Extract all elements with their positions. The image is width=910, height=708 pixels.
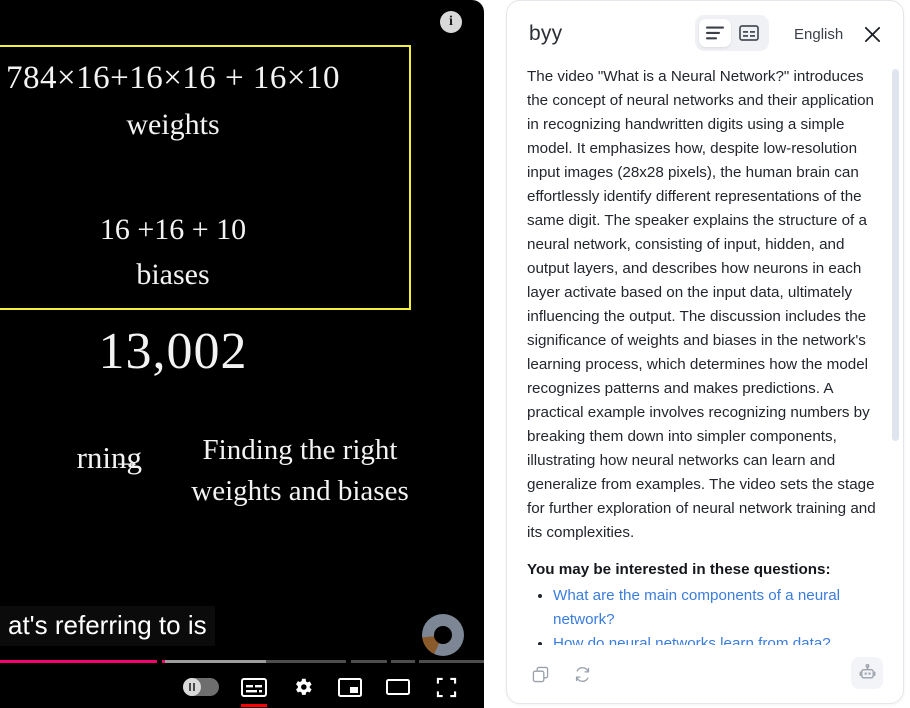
- list-item[interactable]: What are the main components of a neural…: [553, 584, 883, 631]
- theater-mode-icon: [386, 679, 410, 695]
- video-progress-bar[interactable]: [0, 660, 484, 663]
- channel-ring-graphic: [422, 614, 464, 656]
- tab-transcript-view[interactable]: [733, 19, 765, 47]
- video-slide-content: 784×16+16×16 + 16×10 weights 16 +16 + 10…: [0, 0, 484, 655]
- subtitles-button[interactable]: [235, 669, 273, 707]
- copy-icon[interactable]: [525, 659, 555, 689]
- player-button-row: [0, 669, 484, 707]
- app-root: 784×16+16×16 + 16×10 weights 16 +16 + 10…: [0, 0, 910, 708]
- slide-total-parameters: 13,002: [98, 323, 248, 380]
- close-icon[interactable]: [859, 21, 885, 47]
- slide-arrow-icon: →: [112, 443, 142, 476]
- view-mode-toggle-group: [695, 15, 769, 51]
- progress-chapter[interactable]: [391, 660, 416, 663]
- fullscreen-button[interactable]: [427, 669, 465, 705]
- text-lines-icon: [706, 26, 724, 40]
- summary-paragraph: The video "What is a Neural Network?" in…: [527, 68, 876, 542]
- slide-biases-label: biases: [136, 258, 210, 291]
- gear-icon: [296, 678, 312, 695]
- panel-footer: [507, 645, 903, 703]
- closed-captions-icon: [241, 677, 267, 697]
- suggested-questions-list: What are the main components of a neural…: [527, 584, 883, 645]
- autoplay-switch-icon: [183, 678, 219, 696]
- summary-panel: byy English The video "What is a Neural …: [506, 0, 904, 704]
- slide-finding-line1: Finding the right: [202, 434, 398, 466]
- questions-heading: You may be interested in these questions…: [527, 561, 831, 579]
- tab-summary-view[interactable]: [699, 19, 731, 47]
- list-item[interactable]: How do neural networks learn from data?: [553, 632, 883, 645]
- refresh-icon[interactable]: [567, 659, 597, 689]
- info-icon[interactable]: i: [440, 11, 462, 33]
- progress-chapter[interactable]: [350, 660, 388, 663]
- settings-button[interactable]: [284, 669, 322, 705]
- video-caption: at's referring to is: [0, 605, 215, 646]
- fullscreen-icon: [436, 677, 456, 697]
- progress-chapter[interactable]: [419, 660, 484, 663]
- language-selector[interactable]: English: [794, 26, 843, 43]
- robot-icon[interactable]: [851, 657, 883, 689]
- slide-finding-text: Finding the right weights and biases: [150, 430, 450, 512]
- miniplayer-icon: [338, 677, 362, 697]
- miniplayer-button[interactable]: [331, 669, 369, 705]
- subtitles-active-indicator: [241, 704, 267, 707]
- panel-scrollbar[interactable]: [892, 69, 899, 441]
- slide-equation-biases: 16 +16 + 10: [99, 213, 247, 246]
- theater-mode-button[interactable]: [379, 669, 417, 705]
- progress-played: [0, 660, 158, 663]
- autoplay-toggle[interactable]: [182, 669, 220, 705]
- slide-weights-label: weights: [126, 108, 220, 141]
- player-controls: [0, 660, 484, 708]
- progress-played: [162, 660, 165, 663]
- progress-buffered: [162, 660, 267, 663]
- video-player[interactable]: 784×16+16×16 + 16×10 weights 16 +16 + 10…: [0, 0, 484, 708]
- video-caption-text: at's referring to is: [0, 605, 215, 646]
- slide-finding-line2: weights and biases: [191, 475, 409, 508]
- caption-card-icon: [739, 25, 759, 41]
- slide-equation-weights: 784×16+16×16 + 16×10: [5, 60, 341, 96]
- panel-brand-title: byy: [529, 22, 563, 45]
- panel-header: byy English: [507, 1, 903, 67]
- panel-content: The video "What is a Neural Network?" in…: [507, 61, 903, 645]
